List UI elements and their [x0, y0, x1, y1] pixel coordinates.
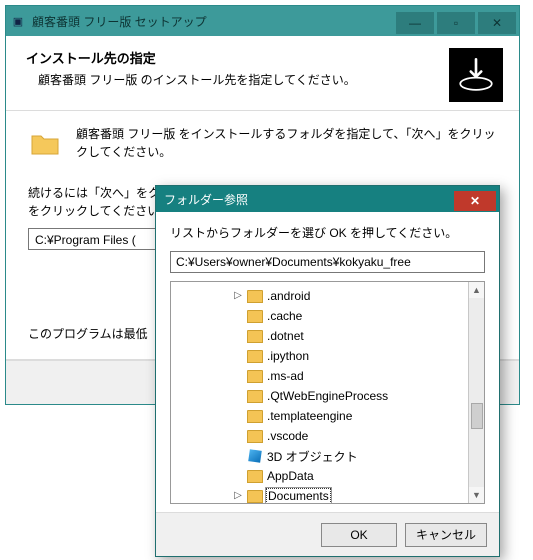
tree-item-label: .dotnet	[266, 329, 305, 343]
scroll-track[interactable]	[469, 298, 484, 487]
tree-item[interactable]: .templateengine	[175, 406, 464, 426]
scroll-down-button[interactable]: ▼	[469, 487, 484, 503]
window-title: 顧客番頭 フリー版 セットアップ	[30, 13, 396, 30]
browse-button-row: OK キャンセル	[156, 512, 499, 556]
folder-icon	[247, 489, 263, 503]
expander-icon[interactable]: ▷	[232, 490, 244, 502]
tree-item[interactable]: .vscode	[175, 426, 464, 446]
folder-icon	[247, 289, 263, 303]
tree-item-label: 3D オブジェクト	[266, 448, 359, 465]
tree-item-label: AppData	[266, 469, 315, 483]
expander-icon	[232, 370, 244, 382]
folder-instruction-row: 顧客番頭 フリー版 をインストールするフォルダを指定して、「次へ」をクリックして…	[28, 125, 497, 170]
scroll-up-button[interactable]: ▲	[469, 282, 484, 298]
cancel-button[interactable]: キャンセル	[405, 523, 487, 547]
browse-instruction: リストからフォルダーを選び OK を押してください。	[170, 224, 485, 241]
tree-item-selected[interactable]: ▷ Documents	[175, 486, 464, 503]
setup-header-text: インストール先の指定 顧客番頭 フリー版 のインストール先を指定してください。	[26, 48, 437, 88]
folder-icon	[247, 469, 263, 483]
disk-space-note: このプログラムは最低	[6, 315, 170, 352]
browse-path-input[interactable]	[170, 251, 485, 273]
expander-icon	[232, 410, 244, 422]
setup-titlebar: ▣ 顧客番頭 フリー版 セットアップ — ▫ ✕	[6, 6, 519, 36]
browse-title-text: フォルダー参照	[164, 191, 248, 208]
folder-icon	[247, 389, 263, 403]
expander-icon	[232, 430, 244, 442]
minimize-button[interactable]: —	[396, 12, 434, 34]
expander-icon	[232, 350, 244, 362]
folder-tree: ▷ .android .cache .dotnet .ipython .ms-ad .QtW…	[170, 281, 485, 504]
tree-item-label: .cache	[266, 309, 303, 323]
folder-icon	[247, 329, 263, 343]
tree-item-label: .ms-ad	[266, 369, 305, 383]
browse-body: リストからフォルダーを選び OK を押してください。 ▷ .android .cac…	[156, 212, 499, 512]
tree-item-label: Documents	[266, 488, 331, 503]
browse-close-button[interactable]: ✕	[454, 191, 496, 211]
ok-button[interactable]: OK	[321, 523, 397, 547]
window-app-icon: ▣	[6, 15, 30, 28]
folder-icon	[247, 409, 263, 423]
folder-icon	[247, 429, 263, 443]
expander-icon	[232, 450, 244, 462]
folder-icon	[247, 349, 263, 363]
folder-browse-dialog: フォルダー参照 ✕ リストからフォルダーを選び OK を押してください。 ▷ .a…	[155, 185, 500, 557]
tree-item[interactable]: AppData	[175, 466, 464, 486]
tree-item-label: .android	[266, 289, 311, 303]
tree-item[interactable]: .QtWebEngineProcess	[175, 386, 464, 406]
tree-item-label: .vscode	[266, 429, 309, 443]
tree-scrollbar[interactable]: ▲ ▼	[468, 282, 484, 503]
folder-tree-list[interactable]: ▷ .android .cache .dotnet .ipython .ms-ad .QtW…	[171, 282, 468, 503]
folder-icon	[247, 309, 263, 323]
disc-arrow-icon	[455, 54, 497, 96]
expander-icon[interactable]: ▷	[232, 290, 244, 302]
browse-titlebar: フォルダー参照 ✕	[156, 186, 499, 212]
objects3d-icon	[247, 449, 263, 463]
tree-item[interactable]: .cache	[175, 306, 464, 326]
maximize-button[interactable]: ▫	[437, 12, 475, 34]
tree-item-label: .QtWebEngineProcess	[266, 389, 389, 403]
expander-icon	[232, 470, 244, 482]
installer-logo	[449, 48, 503, 102]
expander-icon	[232, 330, 244, 342]
tree-item-label: .templateengine	[266, 409, 353, 423]
page-title: インストール先の指定	[26, 48, 437, 67]
tree-item[interactable]: .dotnet	[175, 326, 464, 346]
page-subtitle: 顧客番頭 フリー版 のインストール先を指定してください。	[26, 71, 437, 88]
setup-header: インストール先の指定 顧客番頭 フリー版 のインストール先を指定してください。	[6, 36, 519, 110]
folder-icon	[247, 369, 263, 383]
tree-item[interactable]: ▷ .android	[175, 286, 464, 306]
scroll-thumb[interactable]	[471, 403, 483, 429]
folder-icon	[28, 125, 62, 170]
tree-item[interactable]: 3D オブジェクト	[175, 446, 464, 466]
expander-icon	[232, 310, 244, 322]
expander-icon	[232, 390, 244, 402]
tree-item[interactable]: .ipython	[175, 346, 464, 366]
tree-item-label: .ipython	[266, 349, 310, 363]
folder-instruction-text: 顧客番頭 フリー版 をインストールするフォルダを指定して、「次へ」をクリックして…	[76, 125, 497, 161]
tree-item[interactable]: .ms-ad	[175, 366, 464, 386]
close-window-button[interactable]: ✕	[478, 12, 516, 34]
